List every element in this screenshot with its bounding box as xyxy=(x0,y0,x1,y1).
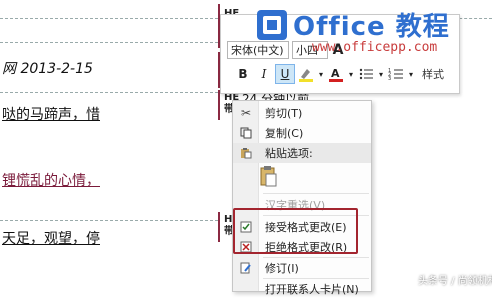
revision-connector xyxy=(0,42,218,43)
menu-item-label: 剪切(T) xyxy=(265,107,303,120)
office-logo-icon xyxy=(257,10,287,40)
highlight-icon[interactable] xyxy=(296,64,316,84)
chevron-down-icon[interactable]: ▾ xyxy=(317,64,325,84)
doc-line: 锂慌乱的心情， xyxy=(2,173,100,189)
styles-button[interactable]: 样式 xyxy=(422,66,444,82)
context-menu: ✂ 剪切(T) 复制(C) 粘贴选项: 汉字重选(V) 接受格式更改(E) 拒绝… xyxy=(232,100,372,296)
chevron-down-icon[interactable]: ▾ xyxy=(347,64,355,84)
menu-item-label: 打开联系人卡片(N) xyxy=(265,283,359,296)
balloon-bar xyxy=(218,212,220,242)
font-color-icon[interactable]: A xyxy=(326,64,346,84)
scissors-icon: ✂ xyxy=(240,106,252,120)
menu-item-label: 修订(I) xyxy=(265,262,299,275)
balloon-bar xyxy=(218,90,220,120)
menu-item-label: 复制(C) xyxy=(265,127,304,140)
menu-item-contact-card[interactable]: 打开联系人卡片(N) xyxy=(233,279,371,299)
watermark-url: www.officepp.com xyxy=(312,40,438,55)
copy-icon xyxy=(233,123,259,143)
document-canvas: 网 2013-2-15 哒的马蹄声，惜 锂慌乱的心情， 天足，观望，停 HE 带… xyxy=(0,0,492,296)
bold-button[interactable]: B xyxy=(233,64,253,84)
doc-line: 网 2013-2-15 xyxy=(2,61,93,77)
svg-text:3: 3 xyxy=(388,76,391,82)
menu-item-label: 粘贴选项: xyxy=(265,147,313,160)
paste-icon xyxy=(233,143,259,163)
underline-button[interactable]: U xyxy=(275,64,295,84)
font-name-select[interactable]: 宋体(中文) xyxy=(227,41,289,59)
revision-connector xyxy=(0,220,218,221)
italic-button[interactable]: I xyxy=(254,64,274,84)
menu-item-paste-options: 粘贴选项: xyxy=(233,143,371,163)
bullets-icon[interactable] xyxy=(356,64,376,84)
revision-connector xyxy=(0,92,218,93)
watermark-title: Office 教程 xyxy=(293,12,450,42)
numbering-icon[interactable]: 123 xyxy=(386,64,406,84)
doc-line: 天足，观望，停 xyxy=(2,231,100,247)
menu-item-cut[interactable]: ✂ 剪切(T) xyxy=(233,103,371,123)
watermark-source: 头条号 / 尚领机构 xyxy=(418,276,492,287)
menu-item-track-changes[interactable]: 修订(I) xyxy=(233,258,371,278)
mini-toolbar-row-format: B I U ▾ A ▾ ▾ 123 ▾ 样式 xyxy=(233,63,444,85)
revision-connector xyxy=(0,18,218,19)
chevron-down-icon[interactable]: ▾ xyxy=(407,64,415,84)
blank-icon xyxy=(233,279,259,299)
track-changes-icon xyxy=(233,258,259,278)
paste-keep-text-button[interactable] xyxy=(258,163,280,189)
chevron-down-icon[interactable]: ▾ xyxy=(377,64,385,84)
svg-text:A: A xyxy=(331,67,340,80)
menu-separator xyxy=(263,193,369,194)
menu-item-copy[interactable]: 复制(C) xyxy=(233,123,371,143)
highlight-annotation xyxy=(233,208,358,254)
doc-line: 哒的马蹄声，惜 xyxy=(2,107,100,123)
